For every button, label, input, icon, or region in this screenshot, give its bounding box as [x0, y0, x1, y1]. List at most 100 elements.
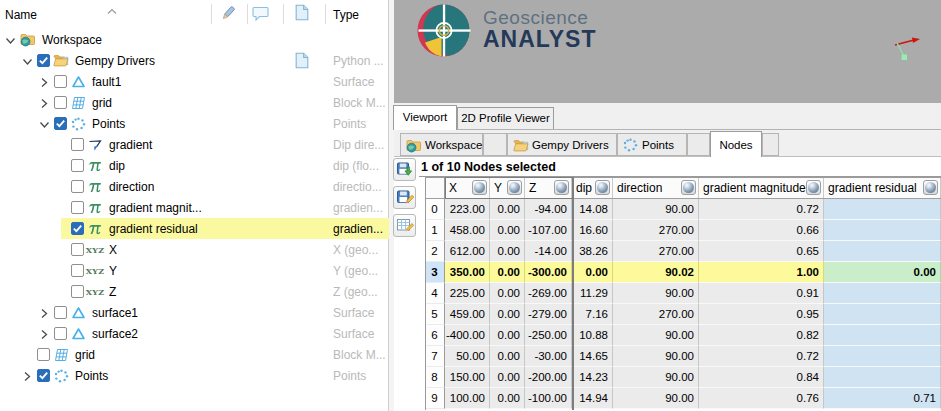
visibility-checkbox[interactable]	[71, 264, 84, 277]
cell-direction-1[interactable]: 270.00	[613, 220, 699, 241]
row-number[interactable]: 2	[425, 241, 445, 262]
cell-direction-8[interactable]: 90.00	[613, 367, 699, 388]
tree-item-surface2[interactable]: surface2Surface	[0, 323, 389, 344]
document-column-icon[interactable]	[295, 4, 309, 25]
row-number[interactable]: 0	[425, 199, 445, 220]
cell-gradient-residual-6[interactable]	[824, 325, 941, 346]
visibility-checkbox[interactable]	[54, 96, 67, 109]
cell-y-8[interactable]: 0.00	[490, 367, 525, 388]
cell-y-9[interactable]: 0.00	[490, 388, 525, 409]
save-table-button[interactable]	[393, 186, 416, 209]
visibility-checkbox[interactable]	[54, 327, 67, 340]
tree-item-grid[interactable]: gridBlock M...	[0, 92, 389, 113]
cell-y-1[interactable]: 0.00	[490, 220, 525, 241]
cell-gradient-residual-4[interactable]	[824, 283, 941, 304]
cell-dip-7[interactable]: 14.65	[572, 346, 613, 367]
cell-z-5[interactable]: -279.00	[525, 304, 572, 325]
visibility-checkbox[interactable]	[71, 243, 84, 256]
cell-gradient-magnitude-8[interactable]: 0.84	[699, 367, 824, 388]
viewport-3d[interactable]: Geoscience ANALYST	[394, 0, 941, 103]
object-tab-workspace[interactable]: Workspace	[400, 133, 483, 156]
row-number[interactable]: 6	[425, 325, 445, 346]
cell-x-5[interactable]: 459.00	[445, 304, 490, 325]
tree-item-dip[interactable]: dipdip (flo...	[0, 155, 389, 176]
cell-gradient-magnitude-2[interactable]: 0.65	[699, 241, 824, 262]
cell-direction-3[interactable]: 90.02	[613, 262, 699, 283]
column-data-icon[interactable]	[472, 180, 487, 195]
column-data-icon[interactable]	[507, 180, 522, 195]
cell-dip-9[interactable]: 14.94	[572, 388, 613, 409]
cell-z-6[interactable]: -250.00	[525, 325, 572, 346]
cell-gradient-residual-3[interactable]: 0.00	[824, 262, 941, 283]
cell-gradient-magnitude-3[interactable]: 1.00	[699, 262, 824, 283]
cell-direction-2[interactable]: 270.00	[613, 241, 699, 262]
cell-z-7[interactable]: -30.00	[525, 346, 572, 367]
cell-y-4[interactable]: 0.00	[490, 283, 525, 304]
visibility-checkbox[interactable]	[71, 201, 84, 214]
column-data-icon[interactable]	[806, 180, 821, 195]
viewer-tab-viewport[interactable]: Viewport	[393, 105, 457, 130]
tree-item-z[interactable]: XYZZZ (geo...	[0, 281, 389, 302]
row-number[interactable]: 4	[425, 283, 445, 304]
tree-item-gempy-drivers[interactable]: Gempy DriversPython ...	[0, 50, 389, 71]
visibility-checkbox[interactable]	[54, 75, 67, 88]
column-header-gradient-residual[interactable]: gradient residual	[824, 177, 941, 199]
visibility-checkbox[interactable]	[37, 369, 50, 382]
tree-item-gradient-residual[interactable]: gradient residualgradien...	[0, 218, 389, 239]
cell-gradient-residual-9[interactable]: 0.71	[824, 388, 941, 409]
cell-x-3[interactable]: 350.00	[445, 262, 490, 283]
chevron-right-icon[interactable]	[38, 96, 50, 109]
tree-item-x[interactable]: XYZXX (geo...	[0, 239, 389, 260]
column-header-gradient-magnitude[interactable]: gradient magnitude	[699, 177, 824, 199]
column-data-icon[interactable]	[923, 180, 938, 195]
cell-x-9[interactable]: 100.00	[445, 388, 490, 409]
cell-x-7[interactable]: 50.00	[445, 346, 490, 367]
cell-z-9[interactable]: -100.00	[525, 388, 572, 409]
visibility-checkbox[interactable]	[71, 138, 84, 151]
column-header-dip[interactable]: dip	[572, 177, 613, 199]
cell-dip-4[interactable]: 11.29	[572, 283, 613, 304]
tree-header-name[interactable]: Name	[5, 8, 37, 22]
chevron-right-icon[interactable]	[38, 75, 50, 88]
object-tab-stub[interactable]	[762, 133, 779, 156]
cell-gradient-magnitude-6[interactable]: 0.82	[699, 325, 824, 346]
column-header-direction[interactable]: direction	[613, 177, 699, 199]
tree-item-gradient[interactable]: gradientDip dire...	[0, 134, 389, 155]
chevron-down-icon[interactable]	[21, 54, 33, 67]
cell-x-2[interactable]: 612.00	[445, 241, 490, 262]
object-tab-nodes[interactable]: Nodes	[710, 131, 762, 157]
cell-gradient-magnitude-1[interactable]: 0.66	[699, 220, 824, 241]
cell-gradient-residual-5[interactable]	[824, 304, 941, 325]
cell-gradient-residual-1[interactable]	[824, 220, 941, 241]
cell-gradient-magnitude-4[interactable]: 0.91	[699, 283, 824, 304]
cell-gradient-residual-0[interactable]	[824, 199, 941, 220]
cell-direction-6[interactable]: 90.00	[613, 325, 699, 346]
visibility-checkbox[interactable]	[71, 159, 84, 172]
chevron-right-icon[interactable]	[38, 327, 50, 340]
cell-dip-8[interactable]: 14.23	[572, 367, 613, 388]
cell-gradient-magnitude-9[interactable]: 0.76	[699, 388, 824, 409]
cell-dip-6[interactable]: 10.88	[572, 325, 613, 346]
chevron-right-icon[interactable]	[38, 306, 50, 319]
cell-x-8[interactable]: 150.00	[445, 367, 490, 388]
cell-gradient-residual-8[interactable]	[824, 367, 941, 388]
row-number[interactable]: 3	[425, 262, 445, 283]
tree-item-fault1[interactable]: fault1Surface	[0, 71, 389, 92]
cell-gradient-magnitude-7[interactable]: 0.72	[699, 346, 824, 367]
tree-item-gradient-magnit[interactable]: gradient magnit...gradien...	[0, 197, 389, 218]
column-header-z[interactable]: Z	[525, 177, 572, 199]
tree-item-workspace[interactable]: Workspace	[0, 29, 389, 50]
cell-dip-2[interactable]: 38.26	[572, 241, 613, 262]
tree-item-direction[interactable]: directiondirectio...	[0, 176, 389, 197]
cell-gradient-residual-7[interactable]	[824, 346, 941, 367]
tree-item-grid[interactable]: gridBlock M...	[0, 344, 389, 365]
cell-direction-9[interactable]: 90.00	[613, 388, 699, 409]
tree-item-surface1[interactable]: surface1Surface	[0, 302, 389, 323]
chevron-down-icon[interactable]	[4, 33, 16, 46]
tree-item-points[interactable]: PointsPoints	[0, 113, 389, 134]
row-number[interactable]: 9	[425, 388, 445, 409]
cell-direction-7[interactable]: 90.00	[613, 346, 699, 367]
cell-dip-5[interactable]: 7.16	[572, 304, 613, 325]
column-data-icon[interactable]	[681, 180, 696, 195]
cell-y-7[interactable]: 0.00	[490, 346, 525, 367]
